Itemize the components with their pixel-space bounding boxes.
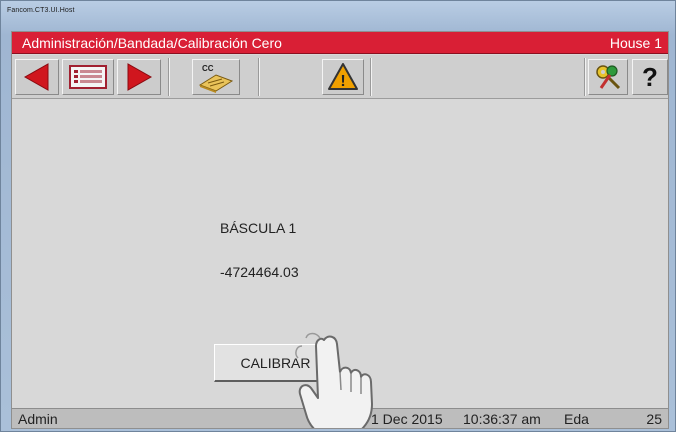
cc-calibration-icon: CC <box>198 64 234 93</box>
scale-value: -4724464.03 <box>220 264 299 280</box>
toolbar-separator <box>370 58 372 96</box>
status-age-label: Eda <box>564 411 589 427</box>
scale-label: BÁSCULA 1 <box>220 220 297 236</box>
toolbar-separator <box>168 58 170 96</box>
toolbar-separator <box>258 58 260 96</box>
warning-symbol: ! <box>340 73 345 90</box>
toolbar-separator <box>584 58 586 96</box>
previous-button[interactable] <box>15 59 59 95</box>
status-time: 10:36:37 am <box>463 411 541 427</box>
house-label: House 1 <box>609 34 662 51</box>
calibration-button[interactable]: CC <box>192 59 240 95</box>
help-button[interactable]: ? <box>632 59 668 95</box>
arrow-left-icon <box>23 63 49 91</box>
login-keys-button[interactable] <box>588 59 628 95</box>
app-window: Fancom.CT3.UI.Host Administración/Bandad… <box>0 0 676 432</box>
alarm-button[interactable]: ! <box>322 59 364 95</box>
list-view-button[interactable] <box>62 59 114 95</box>
next-button[interactable] <box>117 59 161 95</box>
toolbar: CC ! ? <box>12 55 668 99</box>
app-client-area: Administración/Bandada/Calibración Cero … <box>11 31 669 429</box>
cc-icon-text: CC <box>202 64 214 73</box>
keys-icon <box>596 65 621 90</box>
arrow-right-icon <box>127 63 153 91</box>
list-icon <box>69 65 107 89</box>
breadcrumb: Administración/Bandada/Calibración Cero <box>22 34 282 51</box>
status-user: Admin <box>18 411 58 427</box>
window-title: Fancom.CT3.UI.Host <box>7 7 75 14</box>
status-age-value: 25 <box>646 411 662 427</box>
warning-icon: ! <box>328 63 358 90</box>
help-icon: ? <box>642 61 658 92</box>
title-bar: Administración/Bandada/Calibración Cero … <box>12 32 668 54</box>
hand-pointer-icon <box>295 332 373 428</box>
